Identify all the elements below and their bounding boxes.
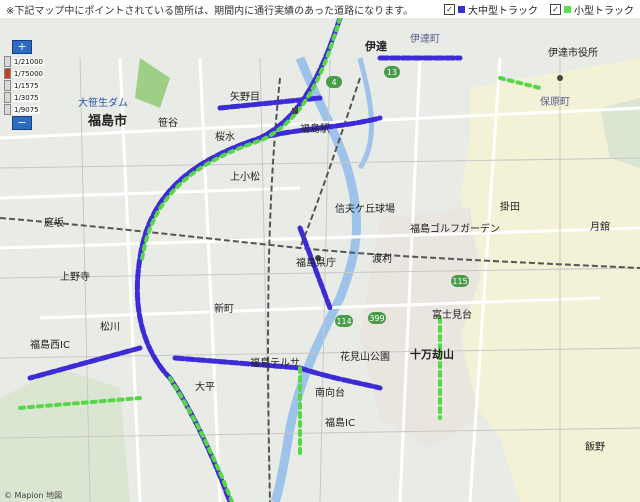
zoom-out-button[interactable]: − (12, 116, 32, 130)
zoom-scale-5[interactable]: 1/9075 (4, 104, 44, 115)
small-truck-label: 小型トラック (574, 6, 634, 17)
ohira-label: 大平 (195, 382, 215, 393)
route-114-marker: 114 (336, 317, 351, 326)
sakuramizu-label: 桜水 (215, 132, 235, 143)
watari-label: 渡利 (372, 254, 392, 265)
route-115-marker: 115 (452, 277, 467, 286)
kamisasuke-label: 上野寺 (60, 272, 90, 283)
legend-large-truck[interactable]: ✓ 大中型トラック (444, 2, 538, 17)
zoom-control: + 1/21000 1/75000 1/1575 1/3075 1/9075 − (4, 40, 44, 132)
zoom-scale-2-label: 1/75000 (12, 69, 44, 78)
fujimi-label: 富士見台 (432, 310, 472, 321)
notice-text: ※下記マップ中にポイントされている箇所は、期間内に通行実績のあった道路になります… (6, 5, 414, 17)
kakeda-label: 掛田 (500, 202, 520, 213)
hanamiyama-label: 花見山公園 (340, 352, 390, 363)
date-label: 伊達 (365, 40, 387, 53)
prefecture-office-label: 福島県庁 (296, 258, 336, 269)
date-city-hall-marker (557, 75, 563, 81)
city-label: 福島市 (88, 114, 128, 129)
map-copyright: © Mapion 地図 (4, 491, 63, 500)
zoom-in-button[interactable]: + (12, 40, 32, 54)
small-truck-checkbox[interactable]: ✓ (550, 4, 561, 15)
large-truck-label: 大中型トラック (468, 6, 538, 17)
shinmachi-label: 新町 (214, 304, 234, 315)
legend-small-truck[interactable]: ✓ 小型トラック (550, 2, 634, 17)
zoom-scale-5-marker (4, 104, 11, 115)
zoom-scale-1-marker (4, 56, 11, 67)
route-13-marker: 13 (387, 68, 397, 77)
route-4-marker: 4 (331, 78, 336, 87)
hobara-label: 保原町 (540, 97, 570, 108)
minami-label: 南向台 (315, 388, 345, 399)
small-truck-swatch (564, 6, 571, 13)
fukushima-station-label: 福島駅 (300, 124, 330, 135)
route-399-marker: 399 (369, 314, 384, 323)
legend: ✓ 大中型トラック ✓ 小型トラック (444, 2, 634, 17)
jumankou-label: 十万劫山 (410, 348, 454, 361)
fukushima-ic-label: 福島IC (325, 418, 355, 429)
dam-label: 大笹生ダム (78, 98, 128, 109)
golf-label: 福島ゴルフガーデン (410, 224, 500, 235)
zoom-scale-3-marker (4, 80, 11, 91)
zoom-scale-4-label: 1/3075 (13, 93, 40, 102)
sasaya-label: 笹谷 (158, 118, 178, 129)
date-city-hall-label: 伊達市役所 (548, 48, 598, 59)
tsukidate-label: 月舘 (590, 222, 610, 233)
zoom-scale-2[interactable]: 1/75000 (4, 68, 44, 79)
matsukawa-label: 松川 (100, 322, 120, 333)
large-truck-swatch (458, 6, 465, 13)
shinobu-label: 信夫ケ丘球場 (335, 204, 395, 215)
nishi-ic-label: 福島西IC (30, 340, 70, 351)
zoom-scale-1-label: 1/21000 (12, 57, 44, 66)
zoom-scale-4[interactable]: 1/3075 (4, 92, 44, 103)
iino-label: 飯野 (585, 442, 605, 453)
zoom-scale-3[interactable]: 1/1575 (4, 80, 44, 91)
date-town-label: 伊達町 (410, 34, 440, 45)
zoom-scale-3-label: 1/1575 (13, 81, 40, 90)
yanome-label: 矢野目 (230, 92, 260, 103)
zoom-scale-4-marker (4, 92, 11, 103)
zoom-scale-1[interactable]: 1/21000 (4, 56, 44, 67)
niwasaka-label: 庭坂 (44, 218, 64, 229)
zoom-scale-5-label: 1/9075 (13, 105, 40, 114)
zoom-scale-2-marker (4, 68, 11, 79)
large-truck-checkbox[interactable]: ✓ (444, 4, 455, 15)
terusa-label: 福島テルサ (250, 358, 300, 369)
station-marker (292, 108, 298, 114)
map-canvas[interactable]: 115 114 399 4 13 + 1/21000 1/75000 1/157… (0, 18, 640, 502)
kamikomatsu-label: 上小松 (230, 172, 260, 183)
